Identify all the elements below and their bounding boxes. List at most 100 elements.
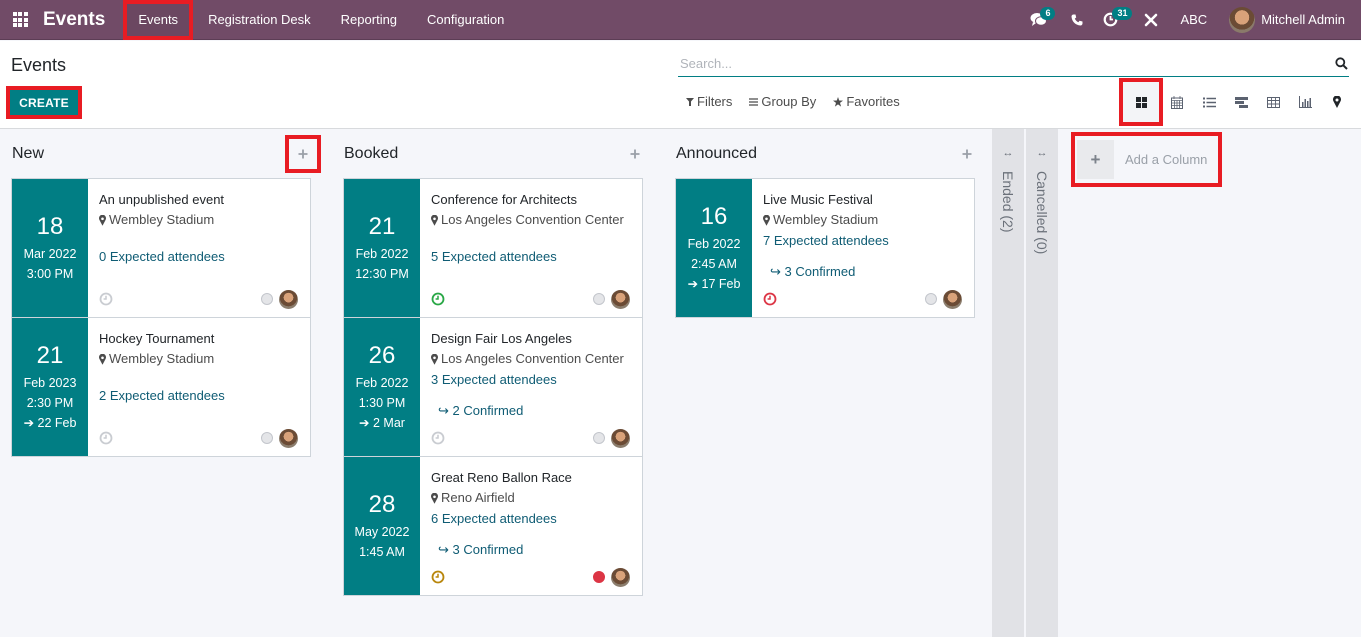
filters-button[interactable]: Filters	[686, 94, 732, 109]
expected-attendees: 3 Expected attendees	[431, 372, 557, 387]
responsible-avatar	[611, 428, 630, 448]
apps-menu-icon[interactable]	[0, 0, 40, 40]
top-navbar: Events Events Registration Desk Reportin…	[0, 0, 1361, 40]
event-card[interactable]: 21 Feb 2022 12:30 PM Conference for Arch…	[343, 178, 643, 318]
app-name[interactable]: Events	[43, 9, 105, 31]
column-cards: 18 Mar 2022 3:00 PM An unpublished event…	[11, 178, 311, 457]
card-footer	[99, 428, 298, 448]
list-view-button[interactable]	[1193, 86, 1225, 118]
gantt-icon	[1234, 96, 1248, 108]
breadcrumb: Events	[11, 55, 67, 75]
responsible-avatar	[611, 289, 630, 309]
column-cards: 16 Feb 2022 2:45 AM ➔ 17 Feb Live Music …	[675, 178, 975, 318]
menu-configuration[interactable]: Configuration	[412, 0, 519, 40]
quick-create-button[interactable]	[618, 136, 652, 172]
quick-create-button[interactable]	[285, 135, 321, 173]
activity-clock-icon[interactable]	[99, 292, 113, 306]
create-button[interactable]: CREATE	[10, 90, 78, 115]
company-switcher[interactable]: ABC	[1166, 12, 1229, 27]
add-column-highlight: + Add a Column	[1071, 132, 1222, 187]
user-menu[interactable]: Mitchell Admin	[1229, 6, 1361, 33]
column-header: Booked	[343, 129, 643, 179]
kanban-state-dot[interactable]	[925, 293, 937, 305]
messages-badge: 6	[1040, 6, 1056, 20]
map-marker-icon	[431, 214, 438, 226]
event-title: Design Fair Los Angeles	[431, 331, 572, 346]
event-card-body: Great Reno Ballon Race Reno Airfield 6 E…	[420, 457, 642, 595]
plus-icon	[962, 149, 972, 159]
control-panel: Events CREATE Filters Group By Favorites	[0, 41, 1361, 129]
pivot-view-button[interactable]	[1257, 86, 1289, 118]
bar-chart-icon	[1298, 96, 1312, 108]
event-location-text: Reno Airfield	[441, 490, 515, 505]
favorites-button[interactable]: Favorites	[833, 94, 900, 109]
event-month-year: May 2022	[354, 525, 410, 539]
calendar-view-button[interactable]	[1161, 86, 1193, 118]
kanban-state-dot[interactable]	[261, 432, 273, 444]
activity-clock-icon[interactable]	[99, 431, 113, 445]
event-card[interactable]: 26 Feb 2022 1:30 PM ➔ 2 Mar Design Fair …	[343, 317, 643, 457]
phone-icon	[1071, 14, 1083, 25]
list-icon	[1202, 97, 1216, 107]
gantt-view-button[interactable]	[1225, 86, 1257, 118]
group-by-button[interactable]: Group By	[749, 94, 816, 109]
card-footer	[763, 289, 962, 309]
event-card[interactable]: 18 Mar 2022 3:00 PM An unpublished event…	[11, 178, 311, 318]
column-title[interactable]: New	[12, 145, 44, 163]
responsible-avatar	[611, 567, 630, 587]
map-marker-icon	[99, 214, 106, 226]
quick-create-button[interactable]	[950, 136, 984, 172]
activity-clock-icon[interactable]	[431, 431, 445, 445]
search-bar	[678, 51, 1349, 77]
kanban-state-dot[interactable]	[261, 293, 273, 305]
activity-clock-icon[interactable]	[763, 292, 777, 306]
activity-clock-icon[interactable]	[431, 570, 445, 584]
event-card[interactable]: 28 May 2022 1:45 AM Great Reno Ballon Ra…	[343, 456, 643, 596]
user-name: Mitchell Admin	[1261, 12, 1345, 27]
event-date-box: 21 Feb 2022 12:30 PM	[344, 179, 420, 317]
search-icon[interactable]	[1333, 56, 1349, 72]
expected-attendees: 7 Expected attendees	[763, 233, 889, 248]
responsible-avatar	[279, 428, 298, 448]
kanban-state-dot[interactable]	[593, 293, 605, 305]
column-title[interactable]: Announced	[676, 145, 757, 163]
activities-button[interactable]: 31	[1093, 0, 1136, 40]
phone-button[interactable]	[1061, 0, 1093, 40]
event-day: 18	[36, 213, 64, 240]
kanban-state-dot[interactable]	[593, 571, 605, 583]
debug-tools-button[interactable]	[1136, 0, 1166, 40]
card-footer	[431, 567, 630, 587]
event-location: Wembley Stadium	[763, 210, 974, 230]
expected-attendees: 5 Expected attendees	[431, 249, 557, 264]
menu-registration-desk[interactable]: Registration Desk	[193, 0, 326, 40]
search-input[interactable]	[678, 56, 1333, 71]
calendar-icon	[1171, 95, 1183, 109]
event-card[interactable]: 21 Feb 2023 2:30 PM ➔ 22 Feb Hockey Tour…	[11, 317, 311, 457]
expected-attendees: 6 Expected attendees	[431, 511, 557, 526]
event-date-box: 18 Mar 2022 3:00 PM	[12, 179, 88, 317]
menu-reporting[interactable]: Reporting	[326, 0, 412, 40]
activity-clock-icon[interactable]	[431, 292, 445, 306]
menu-events[interactable]: Events	[123, 0, 194, 40]
event-end-date: ➔ 2 Mar	[359, 416, 405, 430]
graph-view-button[interactable]	[1289, 86, 1321, 118]
event-month-year: Feb 2022	[355, 376, 409, 390]
map-view-button[interactable]	[1321, 86, 1353, 118]
kanban-state-dot[interactable]	[593, 432, 605, 444]
map-marker-icon	[1333, 96, 1341, 108]
card-footer-right	[261, 289, 298, 309]
card-footer-right	[261, 428, 298, 448]
event-time: 1:45 AM	[359, 545, 405, 559]
folded-column[interactable]: ↔ Cancelled (0)	[1026, 129, 1058, 637]
kanban-view-button[interactable]	[1119, 78, 1163, 126]
add-column-button[interactable]: + Add a Column	[1077, 140, 1222, 179]
folded-column-label: Ended (2)	[1000, 171, 1016, 233]
add-column-label: Add a Column	[1125, 152, 1208, 167]
messages-button[interactable]: 6	[1020, 0, 1061, 40]
folded-column[interactable]: ↔ Ended (2)	[992, 129, 1024, 637]
event-location: Reno Airfield	[431, 488, 642, 508]
search-options: Filters Group By Favorites	[686, 94, 900, 109]
column-title[interactable]: Booked	[344, 145, 398, 163]
event-card[interactable]: 16 Feb 2022 2:45 AM ➔ 17 Feb Live Music …	[675, 178, 975, 318]
event-day: 21	[368, 213, 396, 240]
